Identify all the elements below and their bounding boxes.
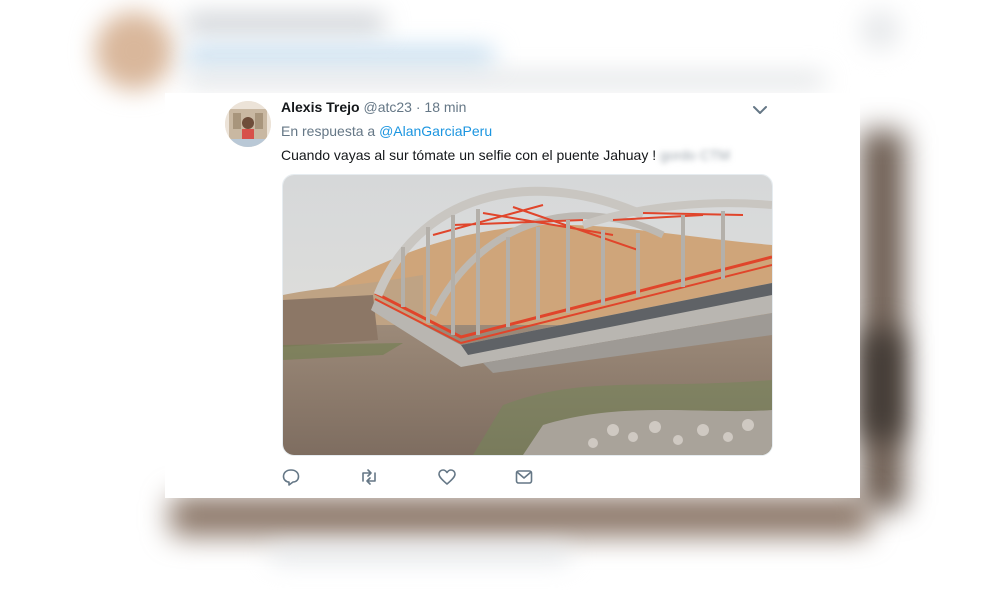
separator: · xyxy=(415,99,421,115)
avatar[interactable] xyxy=(225,101,271,147)
chevron-down-icon[interactable] xyxy=(751,101,769,119)
tweet-text-body: Cuando vayas al sur tómate un selfie con… xyxy=(281,147,657,163)
blurred-icon xyxy=(860,10,900,50)
tweet-text: Cuando vayas al sur tómate un selfie con… xyxy=(281,147,730,163)
blurred-text-line xyxy=(185,74,825,86)
blurred-image-edge xyxy=(862,330,902,440)
blurred-action-bar xyxy=(270,548,570,562)
handle[interactable]: @atc23 xyxy=(363,99,411,115)
display-name[interactable]: Alexis Trejo xyxy=(281,99,360,115)
reply-prefix: En respuesta a xyxy=(281,123,376,139)
tweet-header: Alexis Trejo @atc23 · 18 min xyxy=(281,99,466,115)
blurred-link-line xyxy=(185,48,495,64)
retweet-icon[interactable] xyxy=(359,467,379,487)
blurred-text-line xyxy=(185,14,385,32)
heart-icon[interactable] xyxy=(437,467,457,487)
tweet-card[interactable]: Alexis Trejo @atc23 · 18 min En respuest… xyxy=(165,93,860,498)
blurred-avatar xyxy=(95,12,173,90)
direct-message-icon[interactable] xyxy=(514,467,534,487)
blurred-image-edge xyxy=(860,130,905,510)
tweet-photo[interactable] xyxy=(282,174,773,456)
tweet-actions xyxy=(281,467,581,489)
reply-mention-link[interactable]: @AlanGarciaPeru xyxy=(379,123,492,139)
blurred-image-edge xyxy=(170,496,870,536)
timestamp[interactable]: 18 min xyxy=(424,99,466,115)
reply-context: En respuesta a @AlanGarciaPeru xyxy=(281,123,492,139)
tweet-text-redacted: gordo CTM xyxy=(660,147,731,163)
reply-icon[interactable] xyxy=(281,467,301,487)
